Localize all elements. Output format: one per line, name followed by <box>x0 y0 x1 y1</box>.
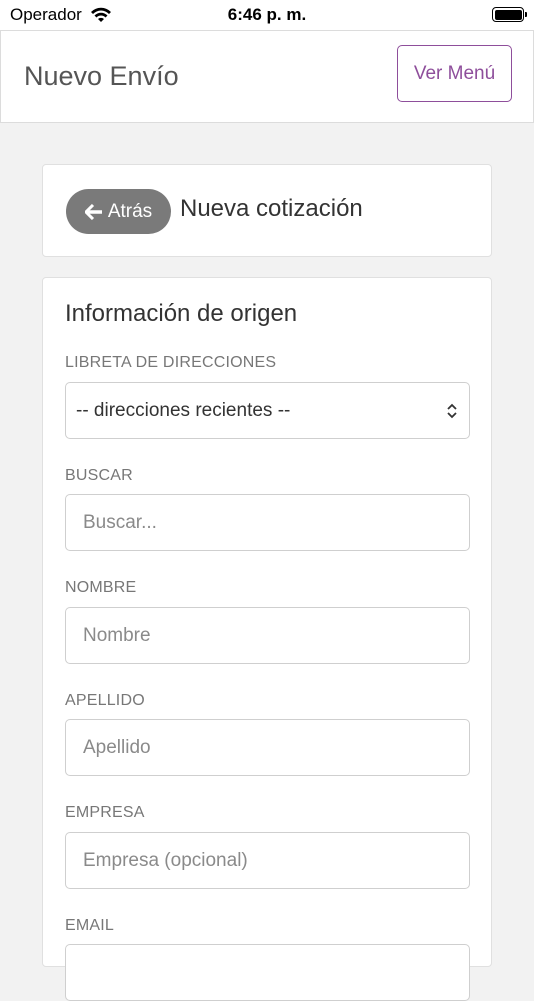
origin-form-card: Información de origen LIBRETA DE DIRECCI… <box>42 277 492 1001</box>
back-button-label: Atrás <box>107 200 153 222</box>
search-placeholder: Buscar... <box>83 511 157 533</box>
arrow-left-icon <box>84 203 102 220</box>
last-name-label: APELLIDO <box>65 692 145 709</box>
back-button[interactable]: Atrás <box>66 189 171 234</box>
search-label: BUSCAR <box>65 467 133 484</box>
chevron-up-down-icon <box>447 403 457 419</box>
first-name-input[interactable]: Nombre <box>65 607 470 664</box>
quote-header-card: Atrás Nueva cotización <box>42 164 492 257</box>
address-book-label: LIBRETA DE DIRECCIONES <box>65 354 277 371</box>
search-input[interactable]: Buscar... <box>65 494 470 551</box>
email-label: EMAIL <box>65 917 115 934</box>
battery-icon <box>492 7 527 22</box>
first-name-placeholder: Nombre <box>83 624 151 646</box>
company-placeholder: Empresa (opcional) <box>83 849 248 871</box>
company-label: EMPRESA <box>65 804 145 821</box>
address-book-select[interactable]: -- direcciones recientes -- <box>65 382 470 439</box>
status-time: 6:46 p. m. <box>227 5 307 24</box>
page-title: Nuevo Envío <box>24 61 179 91</box>
first-name-label: NOMBRE <box>65 579 137 596</box>
company-input[interactable]: Empresa (opcional) <box>65 832 470 889</box>
quote-title: Nueva cotización <box>180 195 363 222</box>
address-book-value: -- direcciones recientes -- <box>76 399 291 421</box>
last-name-input[interactable]: Apellido <box>65 719 470 776</box>
email-input[interactable] <box>65 944 470 1001</box>
last-name-placeholder: Apellido <box>83 736 151 758</box>
app-header: Nuevo Envío Ver Menú <box>0 30 534 123</box>
status-bar: Operador 6:46 p. m. <box>0 0 534 30</box>
origin-form-title: Información de origen <box>65 300 298 327</box>
view-menu-button[interactable]: Ver Menú <box>397 45 512 102</box>
